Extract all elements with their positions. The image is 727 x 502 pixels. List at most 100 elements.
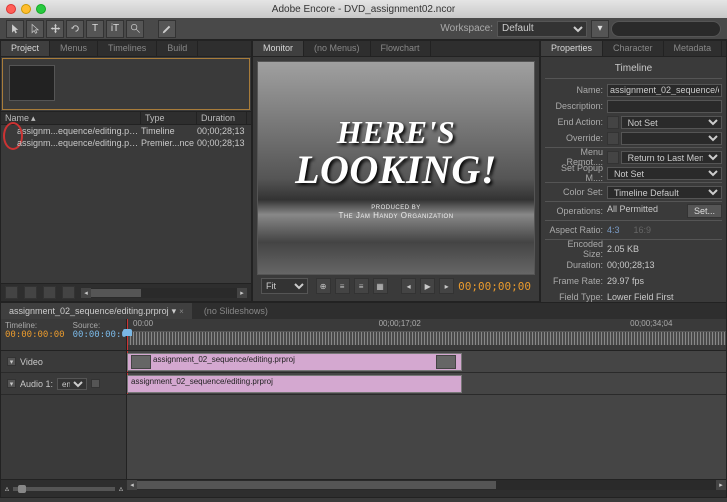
zoom-tool[interactable] bbox=[126, 20, 144, 38]
timeline-tc-value[interactable]: 00:00:00:00 bbox=[5, 330, 65, 340]
aspect-169[interactable]: 16:9 bbox=[634, 225, 652, 235]
route-mode-icon[interactable]: ▦ bbox=[373, 278, 388, 294]
video-track-label: Video bbox=[20, 357, 43, 367]
filter-icon[interactable] bbox=[5, 286, 18, 299]
workspace-dropdown[interactable]: Default bbox=[497, 21, 587, 37]
prop-menuremote-select[interactable]: Return to Last Menu bbox=[621, 151, 722, 164]
playhead[interactable] bbox=[127, 319, 128, 350]
item-type: Timeline bbox=[141, 126, 197, 136]
scroll-right-icon[interactable]: ▸ bbox=[716, 480, 726, 490]
tab-metadata[interactable]: Metadata bbox=[664, 41, 723, 56]
slideshows-tab[interactable]: (no Slideshows) bbox=[196, 303, 276, 319]
new-item-icon[interactable] bbox=[24, 286, 37, 299]
operations-set-button[interactable]: Set... bbox=[687, 204, 722, 218]
project-item-row[interactable]: assignm...equence/editing.prproj Premier… bbox=[1, 137, 251, 149]
rotate-tool[interactable] bbox=[66, 20, 84, 38]
window-title: Adobe Encore - DVD_assignment02.ncor bbox=[272, 4, 455, 15]
project-preview-area bbox=[2, 58, 250, 110]
audio-lang-dropdown[interactable]: en bbox=[57, 378, 87, 390]
zoom-in-icon[interactable]: ▵ bbox=[119, 484, 123, 493]
tab-flowchart[interactable]: Flowchart bbox=[371, 41, 431, 56]
dropdown-icon[interactable]: ▾ bbox=[172, 306, 177, 317]
tab-menus[interactable]: Menus bbox=[50, 41, 98, 56]
prop-encoded-label: Encoded Size: bbox=[545, 239, 607, 259]
timeline-scrollbar[interactable]: ◂ ▸ bbox=[127, 480, 726, 490]
clip-thumbnail-icon bbox=[131, 355, 151, 369]
close-tab-icon[interactable]: × bbox=[179, 307, 184, 316]
tab-project[interactable]: Project bbox=[1, 41, 50, 56]
timeline-panel: assignment_02_sequence/editing.prproj ▾ … bbox=[0, 302, 727, 498]
project-scrollbar[interactable]: ◂ ▸ bbox=[81, 288, 247, 298]
prop-framerate-value: 29.97 fps bbox=[607, 276, 722, 286]
track-toggle-icon[interactable]: ▾ bbox=[7, 379, 16, 388]
audio-track-icon[interactable]: ≡ bbox=[354, 278, 369, 294]
direct-select-tool[interactable] bbox=[26, 20, 44, 38]
monitor-timecode[interactable]: 00;00;00;00 bbox=[458, 280, 531, 293]
minimize-window-button[interactable] bbox=[21, 4, 31, 14]
audio-clip[interactable]: assignment_02_sequence/editing.prproj bbox=[127, 375, 462, 393]
close-window-button[interactable] bbox=[6, 4, 16, 14]
selection-tool[interactable] bbox=[6, 20, 24, 38]
zoom-slider[interactable] bbox=[13, 484, 115, 494]
tab-monitor[interactable]: Monitor bbox=[253, 41, 304, 56]
pickwhip-icon[interactable] bbox=[607, 116, 619, 129]
video-clip[interactable]: assignment_02_sequence/editing.prproj bbox=[127, 353, 462, 371]
play-icon[interactable]: ▶ bbox=[420, 278, 435, 294]
prop-endaction-select[interactable]: Not Set bbox=[621, 116, 722, 129]
aspect-43[interactable]: 4:3 bbox=[607, 225, 620, 235]
item-type: Premier...nce bbox=[141, 138, 197, 148]
timeline-tab[interactable]: assignment_02_sequence/editing.prproj ▾ … bbox=[1, 303, 192, 319]
step-forward-icon[interactable]: ▸ bbox=[439, 278, 454, 294]
track-toggle-icon[interactable]: ▾ bbox=[7, 357, 16, 366]
workspace-options-icon[interactable]: ▾ bbox=[591, 20, 609, 38]
prop-operations-label: Operations: bbox=[545, 206, 607, 216]
pickwhip-icon[interactable] bbox=[607, 132, 619, 145]
project-item-list: assignm...equence/editing.prproj Timelin… bbox=[1, 125, 251, 283]
scroll-right-icon[interactable]: ▸ bbox=[237, 288, 247, 298]
item-duration: 00;00;28;13 bbox=[197, 126, 247, 136]
pickwhip-icon[interactable] bbox=[607, 151, 619, 164]
audio-mode-icon[interactable] bbox=[91, 379, 100, 388]
ruler-mark: 00;00;34;04 bbox=[630, 319, 672, 328]
prop-setpopup-label: Set Popup M...: bbox=[545, 163, 607, 183]
tab-timelines[interactable]: Timelines bbox=[98, 41, 157, 56]
item-name: assignm...equence/editing.prproj bbox=[1, 138, 141, 148]
edit-menu-tool[interactable] bbox=[158, 20, 176, 38]
prop-name-input[interactable] bbox=[607, 84, 722, 97]
prop-colorset-label: Color Set: bbox=[545, 187, 607, 197]
app-toolbar: T iT Workspace: Default ▾ 🔍 bbox=[0, 18, 727, 40]
delete-icon[interactable] bbox=[62, 286, 75, 299]
traffic-lights bbox=[6, 4, 46, 14]
producer-org: The Jam Handy Organization bbox=[338, 211, 453, 220]
prop-override-select[interactable] bbox=[621, 132, 722, 145]
scroll-left-icon[interactable]: ◂ bbox=[127, 480, 137, 490]
subtitle-track-icon[interactable]: ≡ bbox=[335, 278, 350, 294]
safe-area-icon[interactable]: ⊕ bbox=[316, 278, 331, 294]
prop-duration-value: 00;00;28;13 bbox=[607, 260, 722, 270]
col-type[interactable]: Type bbox=[141, 112, 197, 124]
vertical-text-tool[interactable]: iT bbox=[106, 20, 124, 38]
prop-setpopup-select[interactable]: Not Set bbox=[607, 167, 722, 180]
ruler-mark: 00:00 bbox=[133, 319, 153, 328]
project-item-row[interactable]: assignm...equence/editing.prproj Timelin… bbox=[1, 125, 251, 137]
help-search-input[interactable] bbox=[611, 21, 721, 37]
col-name[interactable]: Name ▴ bbox=[1, 112, 141, 124]
prop-colorset-select[interactable]: Timeline Default bbox=[607, 186, 722, 199]
col-duration[interactable]: Duration bbox=[197, 112, 247, 124]
tab-no-menus[interactable]: (no Menus) bbox=[304, 41, 371, 56]
prop-fieldtype-value: Lower Field First bbox=[607, 292, 722, 302]
tab-properties[interactable]: Properties bbox=[541, 41, 603, 56]
new-folder-icon[interactable] bbox=[43, 286, 56, 299]
ruler-mark: 00;00;17;02 bbox=[379, 319, 421, 328]
move-tool[interactable] bbox=[46, 20, 64, 38]
tab-character[interactable]: Character bbox=[603, 41, 664, 56]
zoom-out-icon[interactable]: ▵ bbox=[5, 484, 9, 493]
prop-desc-input[interactable] bbox=[607, 100, 722, 113]
timeline-ruler[interactable]: 00:00 00;00;17;02 00;00;34;04 bbox=[127, 319, 726, 350]
text-tool[interactable]: T bbox=[86, 20, 104, 38]
step-back-icon[interactable]: ◂ bbox=[401, 278, 416, 294]
zoom-window-button[interactable] bbox=[36, 4, 46, 14]
tab-build[interactable]: Build bbox=[157, 41, 198, 56]
scroll-left-icon[interactable]: ◂ bbox=[81, 288, 91, 298]
zoom-fit-dropdown[interactable]: Fit bbox=[261, 278, 308, 294]
